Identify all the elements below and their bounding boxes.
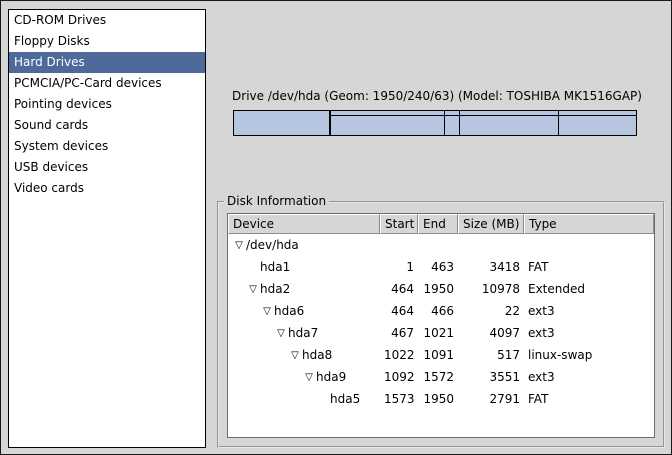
cell-end: 1950 [418,278,458,300]
cell-start [380,234,418,256]
cell-start: 1573 [380,388,418,410]
cell-start: 1 [380,256,418,278]
partition-bar [233,110,637,136]
cell-end: 463 [418,256,458,278]
cell-size: 3418 [458,256,524,278]
expander-icon[interactable]: ▽ [232,235,246,257]
cell-end: 1572 [418,366,458,388]
device-label: hda6 [274,304,304,318]
device-label: /dev/hda [246,238,299,252]
disk-information-frame: Disk Information Device Start End Size (… [217,201,665,448]
cell-type: linux-swap [524,344,654,366]
column-header-start[interactable]: Start [380,214,418,234]
column-header-size-mb[interactable]: Size (MB) [458,214,524,234]
cell-type: ext3 [524,366,654,388]
cell-size: 3551 [458,366,524,388]
device-label: hda5 [330,392,360,406]
sidebar-item-sound-cards[interactable]: Sound cards [9,115,205,136]
cell-type: FAT [524,388,654,410]
cell-start: 1092 [380,366,418,388]
column-header-type[interactable]: Type [524,214,654,234]
cell-size [458,234,524,256]
device-label: hda7 [288,326,318,340]
drive-title: Drive /dev/hda (Geom: 1950/240/63) (Mode… [217,89,657,103]
cell-size: 517 [458,344,524,366]
cell-type: ext3 [524,322,654,344]
expander-icon[interactable]: ▽ [288,345,302,367]
device-label: hda8 [302,348,332,362]
cell-device: ▽hda8 [228,344,380,366]
cell-type [524,234,654,256]
disk-information-label: Disk Information [224,194,329,208]
cell-type: ext3 [524,300,654,322]
cell-end: 466 [418,300,458,322]
sidebar-item-floppy-disks[interactable]: Floppy Disks [9,31,205,52]
column-header-end[interactable]: End [418,214,458,234]
cell-device: ▽hda7 [228,322,380,344]
disk-table-header: Device Start End Size (MB) Type [228,214,654,234]
cell-start: 467 [380,322,418,344]
cell-size: 4097 [458,322,524,344]
disk-table-body: ▽/dev/hda hda1 1 463 3418 FAT ▽hda2 464 [228,234,654,437]
cell-device: ▽hda9 [228,366,380,388]
sidebar-item-video-cards[interactable]: Video cards [9,178,205,199]
expander-icon[interactable]: ▽ [260,301,274,323]
cell-type: Extended [524,278,654,300]
table-row-hda9[interactable]: ▽hda9 1092 1572 3551 ext3 [228,366,654,388]
cell-start: 1022 [380,344,418,366]
sidebar-item-usb-devices[interactable]: USB devices [9,157,205,178]
table-row-hda8[interactable]: ▽hda8 1022 1091 517 linux-swap [228,344,654,366]
sidebar-item-cd-rom-drives[interactable]: CD-ROM Drives [9,10,205,31]
sidebar-item-pointing-devices[interactable]: Pointing devices [9,94,205,115]
cell-device: ▽hda6 [228,300,380,322]
cell-size: 10978 [458,278,524,300]
device-label: hda2 [260,282,290,296]
column-header-device[interactable]: Device [228,214,380,234]
hardware-browser-window: CD-ROM Drives Floppy Disks Hard Drives P… [0,0,672,455]
cell-end: 1950 [418,388,458,410]
cell-size: 2791 [458,388,524,410]
expander-icon[interactable]: ▽ [274,323,288,345]
cell-end: 1091 [418,344,458,366]
cell-device: ▽/dev/hda [228,234,380,256]
table-row-hda2[interactable]: ▽hda2 464 1950 10978 Extended [228,278,654,300]
device-category-list: CD-ROM Drives Floppy Disks Hard Drives P… [8,9,206,448]
disk-table: Device Start End Size (MB) Type ▽/dev/hd… [227,213,655,438]
device-label: hda1 [260,260,290,274]
table-row-hda5[interactable]: hda5 1573 1950 2791 FAT [228,388,654,410]
sidebar-item-system-devices[interactable]: System devices [9,136,205,157]
sidebar-item-hard-drives[interactable]: Hard Drives [9,52,205,73]
table-row-dev-hda[interactable]: ▽/dev/hda [228,234,654,256]
cell-end: 1021 [418,322,458,344]
expander-icon[interactable]: ▽ [302,367,316,389]
cell-start: 464 [380,300,418,322]
cell-end [418,234,458,256]
table-row-hda1[interactable]: hda1 1 463 3418 FAT [228,256,654,278]
table-row-hda7[interactable]: ▽hda7 467 1021 4097 ext3 [228,322,654,344]
cell-start: 464 [380,278,418,300]
device-label: hda9 [316,370,346,384]
cell-device: ▽hda2 [228,278,380,300]
cell-device: hda5 [228,388,380,410]
expander-icon[interactable]: ▽ [246,279,260,301]
cell-device: hda1 [228,256,380,278]
cell-size: 22 [458,300,524,322]
cell-type: FAT [524,256,654,278]
sidebar-item-pcmcia-pc-card-devices[interactable]: PCMCIA/PC-Card devices [9,73,205,94]
table-row-hda6[interactable]: ▽hda6 464 466 22 ext3 [228,300,654,322]
